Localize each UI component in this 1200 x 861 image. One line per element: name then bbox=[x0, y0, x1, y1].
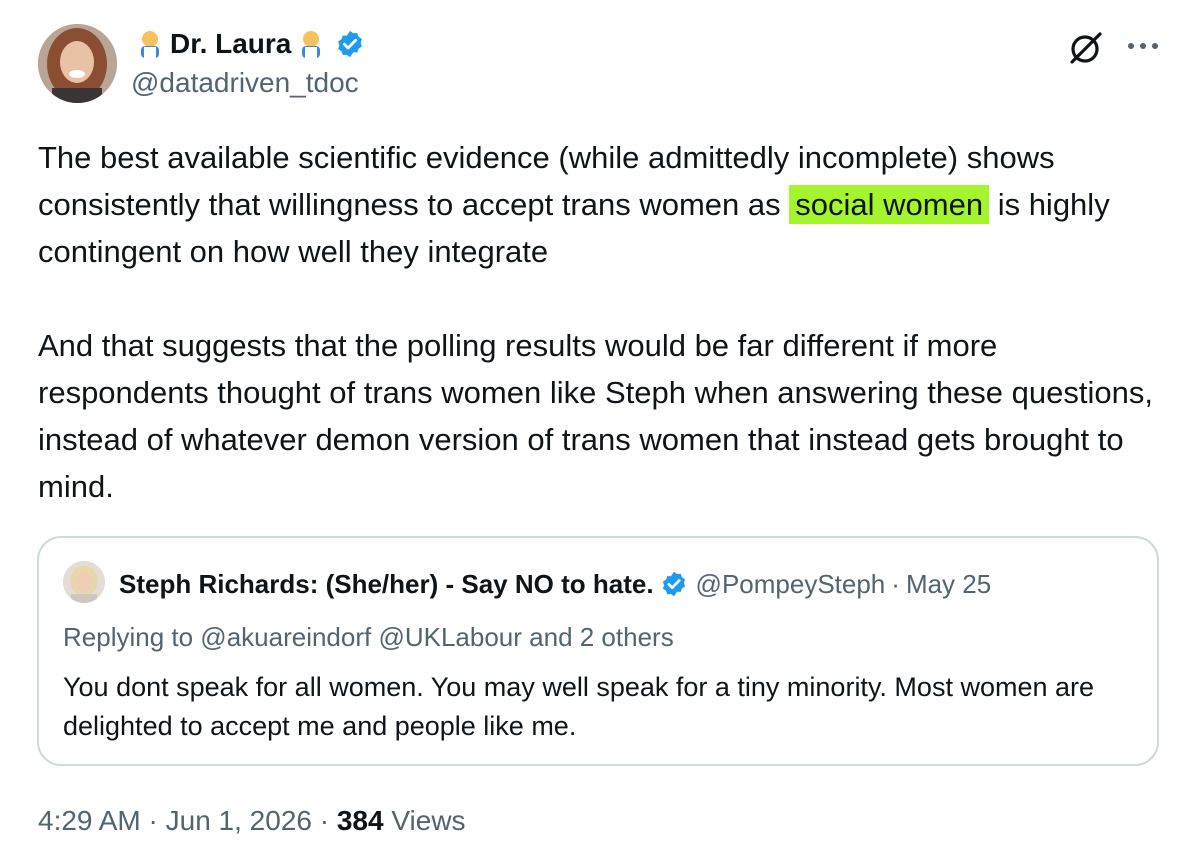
tweet-paragraph-2: And that suggests that the polling resul… bbox=[38, 328, 1153, 504]
grok-icon[interactable] bbox=[1066, 28, 1106, 68]
quoted-display-name[interactable]: Steph Richards: (She/her) - Say NO to ha… bbox=[119, 567, 654, 601]
quoted-author-avatar[interactable] bbox=[63, 561, 105, 603]
tweet-time[interactable]: 4:29 AM bbox=[38, 805, 141, 836]
views-label: Views bbox=[391, 805, 466, 836]
separator-dot: · bbox=[148, 805, 158, 836]
quoted-replying-to: Replying to @akuareindorf @UKLabour and … bbox=[63, 622, 674, 652]
author-name-row[interactable]: Dr. Laura bbox=[130, 26, 365, 62]
author-handle[interactable]: @datadriven_tdoc bbox=[131, 66, 359, 100]
author-avatar[interactable] bbox=[38, 24, 117, 103]
quoted-tweet[interactable]: Steph Richards: (She/her) - Say NO to ha… bbox=[37, 536, 1159, 766]
tweet-date[interactable]: Jun 1, 2026 bbox=[166, 805, 312, 836]
highlighted-text: social women bbox=[789, 185, 990, 224]
more-options-icon[interactable] bbox=[1126, 36, 1160, 56]
tweet-card: Dr. Laura @datadriven_tdoc The best avai… bbox=[0, 0, 1200, 861]
scientist-emoji-icon bbox=[136, 29, 164, 59]
tweet-meta: 4:29 AM · Jun 1, 2026 · 384 Views bbox=[38, 803, 466, 839]
verified-badge-icon[interactable] bbox=[335, 29, 365, 59]
quoted-date[interactable]: May 25 bbox=[906, 567, 991, 601]
verified-badge-icon[interactable] bbox=[660, 570, 688, 598]
separator-dot: · bbox=[319, 805, 330, 836]
quoted-text: You dont speak for all women. You may we… bbox=[63, 672, 1095, 741]
author-display-name: Dr. Laura bbox=[170, 28, 292, 59]
quoted-handle[interactable]: @PompeySteph bbox=[696, 567, 886, 601]
separator-dot: · bbox=[891, 569, 900, 599]
tweet-body: The best available scientific evidence (… bbox=[38, 134, 1158, 510]
scientist-emoji-icon bbox=[297, 29, 325, 59]
tweet-paragraph-1: The best available scientific evidence (… bbox=[38, 134, 1158, 275]
views-count: 384 bbox=[336, 805, 384, 836]
quoted-header: Steph Richards: (She/her) - Say NO to ha… bbox=[119, 567, 991, 601]
